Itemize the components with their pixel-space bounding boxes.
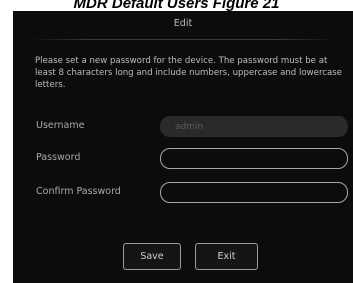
confirm-password-label: Confirm Password <box>36 186 121 197</box>
password-field[interactable] <box>160 148 348 169</box>
password-instructions: Please set a new password for the device… <box>35 56 343 90</box>
password-label: Password <box>36 152 81 163</box>
confirm-password-field[interactable] <box>160 182 348 203</box>
username-label: Username <box>36 120 85 131</box>
dialog-title: Edit <box>173 18 193 29</box>
exit-button[interactable]: Exit <box>195 243 258 270</box>
username-field <box>160 116 348 137</box>
save-button[interactable]: Save <box>123 243 181 270</box>
edit-password-dialog: Edit Please set a new password for the d… <box>13 11 353 283</box>
title-divider <box>29 39 337 40</box>
